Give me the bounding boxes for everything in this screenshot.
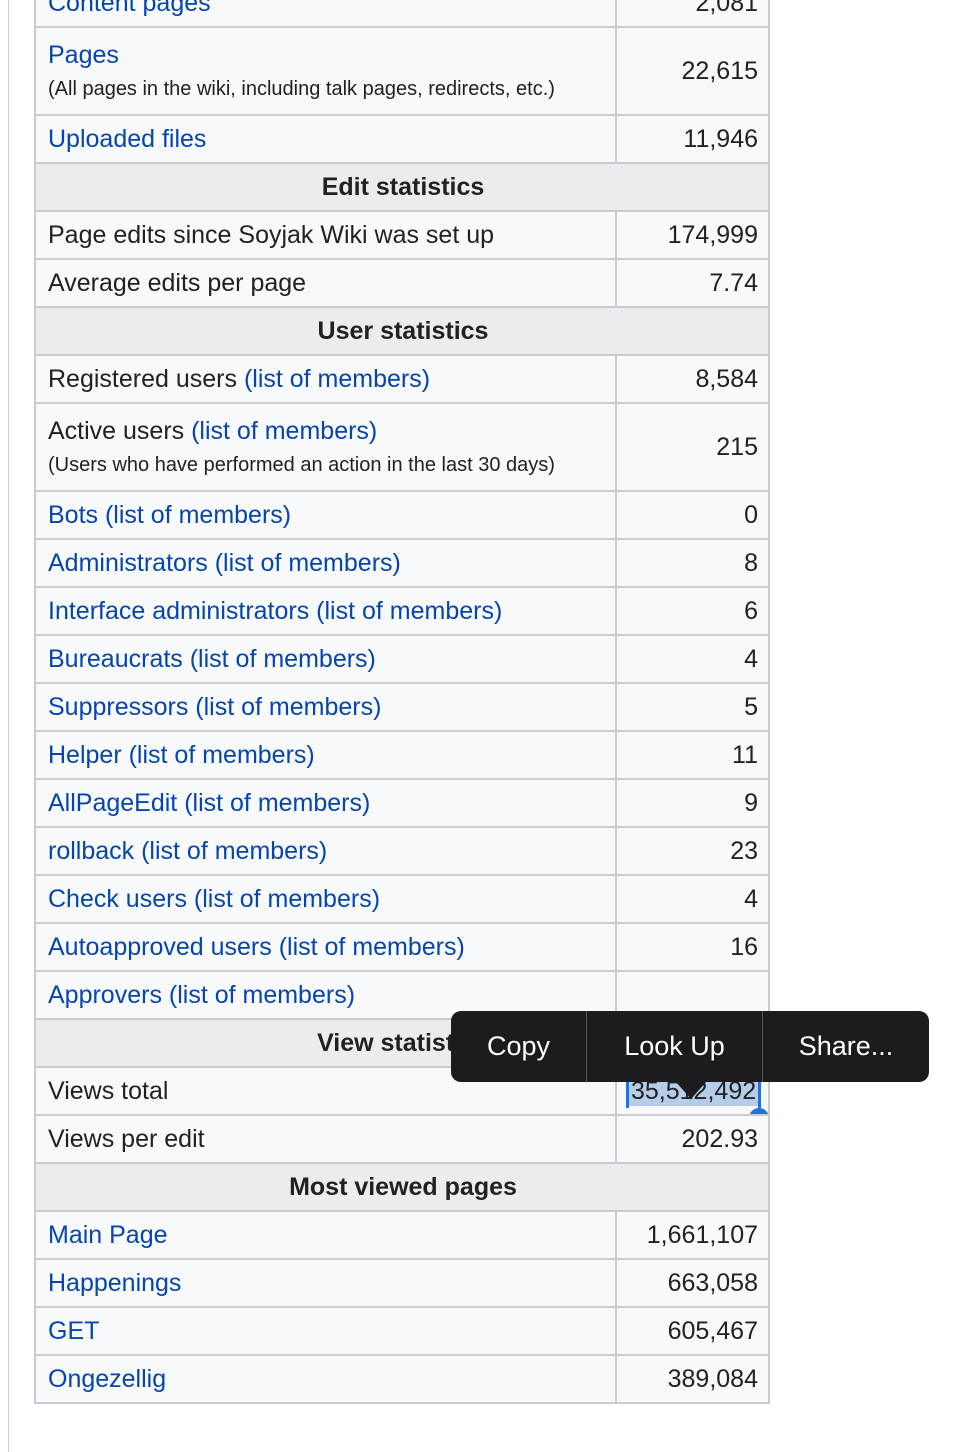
section-header-row: Most viewed pages xyxy=(34,1162,770,1212)
table-row: Interface administrators (list of member… xyxy=(34,586,770,636)
rollback-link[interactable]: rollback (list of members) xyxy=(48,837,327,865)
happenings-link[interactable]: Happenings xyxy=(48,1269,181,1297)
uploaded-files-link[interactable]: Uploaded files xyxy=(48,125,206,153)
ongezellig-link[interactable]: Ongezellig xyxy=(48,1365,166,1393)
ongezellig-views: 389,084 xyxy=(615,1354,770,1404)
pages-link[interactable]: Pages xyxy=(48,41,119,69)
user-statistics-header: User statistics xyxy=(34,306,770,356)
active-users-members-link[interactable]: (list of members) xyxy=(191,417,377,445)
table-row: Content pages 2,081 xyxy=(34,0,770,28)
registered-users-value: 8,584 xyxy=(615,354,770,404)
table-row: Active users (list of members) (Users wh… xyxy=(34,402,770,492)
context-menu-pointer-arrow xyxy=(675,1081,707,1099)
uploaded-files-value: 11,946 xyxy=(615,114,770,164)
views-per-edit-value: 202.93 xyxy=(615,1114,770,1164)
text-selection-context-menu: Copy Look Up Share... xyxy=(451,1011,929,1082)
happenings-views: 663,058 xyxy=(615,1258,770,1308)
page-edits-label: Page edits since Soyjak Wiki was set up xyxy=(34,210,617,260)
bots-value: 0 xyxy=(615,490,770,540)
table-row: Views per edit 202.93 xyxy=(34,1114,770,1164)
table-row: Bots (list of members) 0 xyxy=(34,490,770,540)
page-left-border xyxy=(8,0,9,1452)
allpageedit-link[interactable]: AllPageEdit (list of members) xyxy=(48,789,370,817)
views-per-edit-label: Views per edit xyxy=(34,1114,617,1164)
administrators-value: 8 xyxy=(615,538,770,588)
suppressors-value: 5 xyxy=(615,682,770,732)
pages-value: 22,615 xyxy=(615,26,770,116)
approvers-link[interactable]: Approvers (list of members) xyxy=(48,981,355,1009)
section-header-row: User statistics xyxy=(34,306,770,356)
table-row: Check users (list of members) 4 xyxy=(34,874,770,924)
bureaucrats-link[interactable]: Bureaucrats (list of members) xyxy=(48,645,376,673)
table-row: Helper (list of members) 11 xyxy=(34,730,770,780)
helper-value: 11 xyxy=(615,730,770,780)
table-row: Uploaded files 11,946 xyxy=(34,114,770,164)
content-pages-link[interactable]: Content pages xyxy=(48,0,211,17)
active-users-note: (Users who have performed an action in t… xyxy=(48,454,555,476)
content-pages-value: 2,081 xyxy=(615,0,770,28)
page-edits-value: 174,999 xyxy=(615,210,770,260)
helper-link[interactable]: Helper (list of members) xyxy=(48,741,315,769)
active-users-label: Active users xyxy=(48,417,192,445)
table-row: Average edits per page 7.74 xyxy=(34,258,770,308)
pages-note: (All pages in the wiki, including talk p… xyxy=(48,78,555,100)
average-edits-label: Average edits per page xyxy=(34,258,617,308)
table-row: Administrators (list of members) 8 xyxy=(34,538,770,588)
registered-users-members-link[interactable]: (list of members) xyxy=(244,365,430,393)
table-row: Registered users (list of members) 8,584 xyxy=(34,354,770,404)
look-up-menu-item[interactable]: Look Up xyxy=(587,1011,762,1082)
suppressors-link[interactable]: Suppressors (list of members) xyxy=(48,693,381,721)
table-row: GET 605,467 xyxy=(34,1306,770,1356)
average-edits-value: 7.74 xyxy=(615,258,770,308)
copy-menu-item[interactable]: Copy xyxy=(451,1011,586,1082)
autoapproved-users-link[interactable]: Autoapproved users (list of members) xyxy=(48,933,465,961)
registered-users-label: Registered users xyxy=(48,364,244,393)
table-row: rollback (list of members) 23 xyxy=(34,826,770,876)
table-row: Suppressors (list of members) 5 xyxy=(34,682,770,732)
share-menu-item[interactable]: Share... xyxy=(763,1011,929,1082)
interface-administrators-value: 6 xyxy=(615,586,770,636)
table-row: AllPageEdit (list of members) 9 xyxy=(34,778,770,828)
allpageedit-value: 9 xyxy=(615,778,770,828)
check-users-link[interactable]: Check users (list of members) xyxy=(48,885,380,913)
most-viewed-header: Most viewed pages xyxy=(34,1162,770,1212)
bureaucrats-value: 4 xyxy=(615,634,770,684)
table-row: Autoapproved users (list of members) 16 xyxy=(34,922,770,972)
table-row: Happenings 663,058 xyxy=(34,1258,770,1308)
get-views: 605,467 xyxy=(615,1306,770,1356)
table-row: Bureaucrats (list of members) 4 xyxy=(34,634,770,684)
main-page-link[interactable]: Main Page xyxy=(48,1221,168,1249)
get-link[interactable]: GET xyxy=(48,1317,99,1345)
bots-link[interactable]: Bots (list of members) xyxy=(48,501,291,529)
statistics-table: Content pages 2,081 Pages (All pages in … xyxy=(34,0,770,1404)
table-row: Pages (All pages in the wiki, including … xyxy=(34,26,770,116)
autoapproved-users-value: 16 xyxy=(615,922,770,972)
table-row: Main Page 1,661,107 xyxy=(34,1210,770,1260)
administrators-link[interactable]: Administrators (list of members) xyxy=(48,549,401,577)
check-users-value: 4 xyxy=(615,874,770,924)
interface-administrators-link[interactable]: Interface administrators (list of member… xyxy=(48,597,502,625)
section-header-row: Edit statistics xyxy=(34,162,770,212)
table-row: Page edits since Soyjak Wiki was set up … xyxy=(34,210,770,260)
table-row: Ongezellig 389,084 xyxy=(34,1354,770,1404)
edit-statistics-header: Edit statistics xyxy=(34,162,770,212)
rollback-value: 23 xyxy=(615,826,770,876)
main-page-views: 1,661,107 xyxy=(615,1210,770,1260)
active-users-value: 215 xyxy=(615,402,770,492)
